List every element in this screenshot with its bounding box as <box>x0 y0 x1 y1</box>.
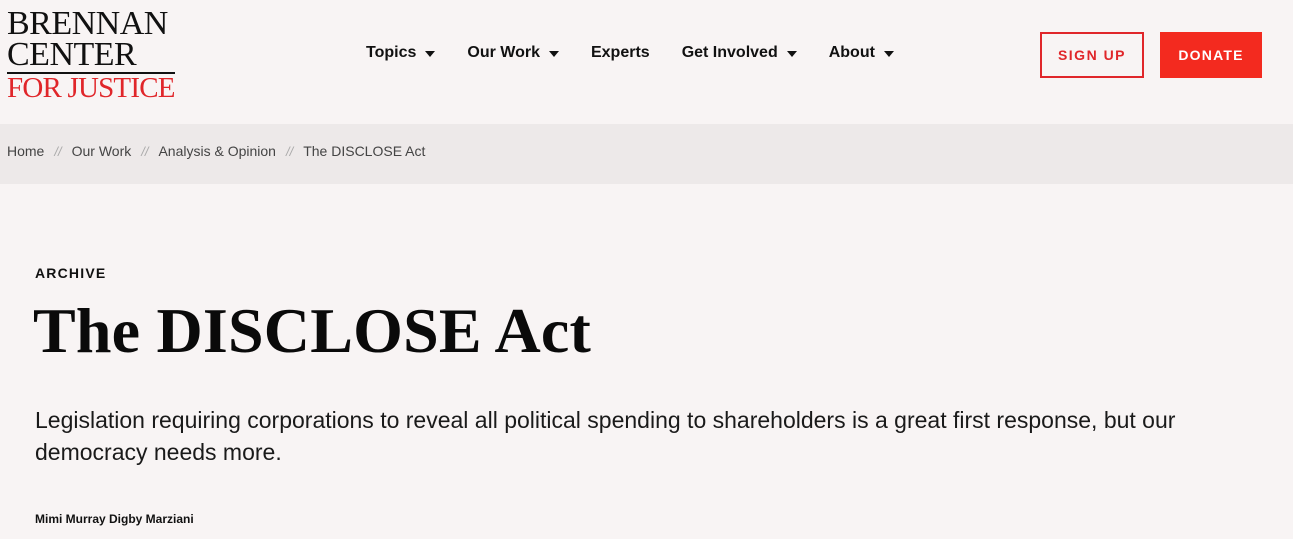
logo-line-1: BRENNAN <box>7 5 168 42</box>
nav-item-get-involved[interactable]: Get Involved <box>682 44 797 62</box>
caret-down-icon <box>425 50 436 57</box>
nav-item-topics[interactable]: Topics <box>366 44 436 62</box>
author-link[interactable]: Mimi Murray Digby Marziani <box>35 512 194 526</box>
breadcrumb-home[interactable]: Home <box>7 143 44 159</box>
logo-line-3: FOR JUSTICE <box>7 72 175 105</box>
article-dek: Legislation requiring corporations to re… <box>35 407 1176 465</box>
logo-line-2: CENTER <box>7 35 137 73</box>
breadcrumb-separator: // <box>141 143 149 159</box>
breadcrumb-separator: // <box>54 143 62 159</box>
page-title: The DISCLOSE Act <box>33 295 591 366</box>
nav-item-label: Experts <box>590 44 650 61</box>
caret-down-icon <box>786 50 797 57</box>
caret-down-icon <box>548 50 559 57</box>
site-header: BRENNAN CENTER FOR JUSTICE Topics Our Wo… <box>0 0 1293 124</box>
breadcrumb-bar: Home // Our Work // Analysis & Opinion /… <box>0 124 1293 184</box>
caret-down-icon <box>883 50 894 57</box>
article-eyebrow[interactable]: ARCHIVE <box>35 265 106 281</box>
sign-up-button[interactable]: SIGN UP <box>1040 32 1144 78</box>
nav-item-experts[interactable]: Experts <box>591 44 650 62</box>
breadcrumb-current-page: The DISCLOSE Act <box>303 143 426 159</box>
breadcrumb-our-work[interactable]: Our Work <box>72 143 132 159</box>
breadcrumb-separator: // <box>285 143 294 159</box>
breadcrumb: Home // Our Work // Analysis & Opinion /… <box>7 143 425 159</box>
nav-item-label: Topics <box>366 44 417 61</box>
nav-item-label: About <box>828 44 875 61</box>
nav-item-label: Our Work <box>467 44 540 61</box>
nav-item-label: Get Involved <box>681 44 778 61</box>
donate-button[interactable]: DONATE <box>1160 32 1262 78</box>
nav-item-our-work[interactable]: Our Work <box>467 44 559 62</box>
main-nav: Topics Our Work Experts Get Involved Abo… <box>366 44 926 62</box>
breadcrumb-analysis-opinion[interactable]: Analysis & Opinion <box>158 143 276 159</box>
brennan-center-logo[interactable]: BRENNAN CENTER FOR JUSTICE <box>7 5 175 105</box>
nav-item-about[interactable]: About <box>829 44 894 62</box>
